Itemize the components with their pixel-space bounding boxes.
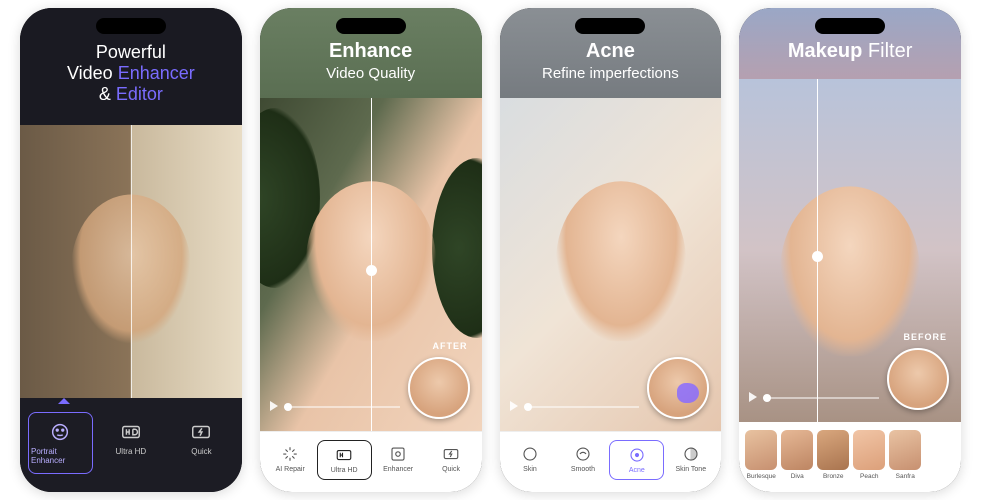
tool-toolbar: Skin Smooth Acne Skin Tone xyxy=(500,431,722,492)
preview-image xyxy=(500,98,722,431)
filter-burlesque[interactable]: Burlesque xyxy=(745,430,777,480)
mode-toolbar: Portrait Enhancer Ultra HD Quick xyxy=(20,398,242,492)
filter-label: Peach xyxy=(860,473,878,480)
headline-small: Video Quality xyxy=(272,65,470,82)
preview-image xyxy=(20,125,242,398)
mode-quick[interactable]: Quick xyxy=(169,412,234,474)
quick-icon xyxy=(442,445,460,463)
mode-portrait-enhancer[interactable]: Portrait Enhancer xyxy=(28,412,93,474)
notch xyxy=(96,18,166,34)
screenshot-1: Powerful Video Enhancer & Editor Portrai… xyxy=(20,8,242,492)
tool-toolbar: AI Repair Ultra HD Enhancer Quick xyxy=(260,431,482,492)
mode-label: Quick xyxy=(191,447,211,456)
tool-skin-tone[interactable]: Skin Tone xyxy=(664,440,717,480)
leaf-decoration xyxy=(432,158,482,338)
headline-small: Refine imperfections xyxy=(512,65,710,82)
tool-skin[interactable]: Skin xyxy=(504,440,557,480)
filter-thumbnail xyxy=(817,430,849,470)
notch xyxy=(575,18,645,34)
sparkle-icon xyxy=(281,445,299,463)
compare-slider[interactable] xyxy=(371,98,372,431)
face-render xyxy=(780,186,920,356)
screenshot-4: Makeup Filter BEFORE Burlesque Diva Bron… xyxy=(739,8,961,492)
filter-thumbnail xyxy=(781,430,813,470)
preview-thumbnail[interactable] xyxy=(647,357,709,419)
play-icon[interactable] xyxy=(510,401,518,411)
tool-label: Enhancer xyxy=(383,466,413,473)
before-badge: BEFORE xyxy=(903,332,947,342)
face-render xyxy=(71,194,191,344)
tool-label: Quick xyxy=(442,466,460,473)
filter-label: Diva xyxy=(791,473,804,480)
tool-ultra-hd[interactable]: Ultra HD xyxy=(317,440,372,480)
tool-label: AI Repair xyxy=(276,466,305,473)
preview-image: AFTER xyxy=(260,98,482,431)
preview-thumbnail[interactable] xyxy=(408,357,470,419)
skin-icon xyxy=(521,445,539,463)
filter-label: Bronze xyxy=(823,473,844,480)
tool-label: Smooth xyxy=(571,466,595,473)
tool-acne[interactable]: Acne xyxy=(609,440,664,480)
video-progress[interactable] xyxy=(284,406,400,408)
enhancer-icon xyxy=(389,445,407,463)
screenshot-3: Acne Refine imperfections Skin Smooth Ac… xyxy=(500,8,722,492)
video-progress[interactable] xyxy=(763,397,879,399)
tool-label: Skin xyxy=(523,466,537,473)
face-icon xyxy=(49,421,71,443)
hd-icon xyxy=(335,446,353,464)
video-progress[interactable] xyxy=(524,406,640,408)
preview-image: BEFORE xyxy=(739,79,961,422)
filter-label: Burlesque xyxy=(747,473,776,480)
filter-sanfra[interactable]: Sanfra xyxy=(889,430,921,480)
filter-diva[interactable]: Diva xyxy=(781,430,813,480)
quick-icon xyxy=(190,421,212,443)
preview-thumbnail[interactable] xyxy=(887,348,949,410)
filter-strip[interactable]: Burlesque Diva Bronze Peach Sanfra xyxy=(739,422,961,492)
smooth-icon xyxy=(574,445,592,463)
filter-label: Sanfra xyxy=(896,473,915,480)
skin-tone-icon xyxy=(682,445,700,463)
tool-label: Skin Tone xyxy=(675,466,706,473)
headline-big: Acne xyxy=(512,40,710,63)
filter-thumbnail xyxy=(853,430,885,470)
notch xyxy=(336,18,406,34)
play-icon[interactable] xyxy=(270,401,278,411)
compare-slider[interactable] xyxy=(817,79,818,422)
acne-icon xyxy=(628,446,646,464)
tool-ai-repair[interactable]: AI Repair xyxy=(264,440,317,480)
filter-thumbnail xyxy=(745,430,777,470)
headline-small: Filter xyxy=(862,40,912,62)
screenshot-2: Enhance Video Quality AFTER AI Repair Ul… xyxy=(260,8,482,492)
mode-ultra-hd[interactable]: Ultra HD xyxy=(99,412,164,474)
acne-marker xyxy=(677,383,699,403)
play-icon[interactable] xyxy=(749,392,757,402)
tool-label: Ultra HD xyxy=(331,467,358,474)
tool-smooth[interactable]: Smooth xyxy=(556,440,609,480)
mode-label: Portrait Enhancer xyxy=(31,447,90,465)
filter-bronze[interactable]: Bronze xyxy=(817,430,849,480)
headline-line-2: Video Enhancer xyxy=(36,63,226,84)
filter-peach[interactable]: Peach xyxy=(853,430,885,480)
tool-label: Acne xyxy=(629,467,645,474)
tool-enhancer[interactable]: Enhancer xyxy=(372,440,425,480)
filter-thumbnail xyxy=(889,430,921,470)
mode-label: Ultra HD xyxy=(116,447,147,456)
headline-big: Enhance xyxy=(272,40,470,63)
headline-line-3: & Editor xyxy=(36,84,226,105)
notch xyxy=(815,18,885,34)
headline-line-1: Powerful xyxy=(36,42,226,63)
headline-big: Makeup xyxy=(788,40,862,62)
hd-icon xyxy=(120,421,142,443)
face-render xyxy=(556,181,686,341)
after-badge: AFTER xyxy=(433,341,468,351)
tool-quick[interactable]: Quick xyxy=(425,440,478,480)
